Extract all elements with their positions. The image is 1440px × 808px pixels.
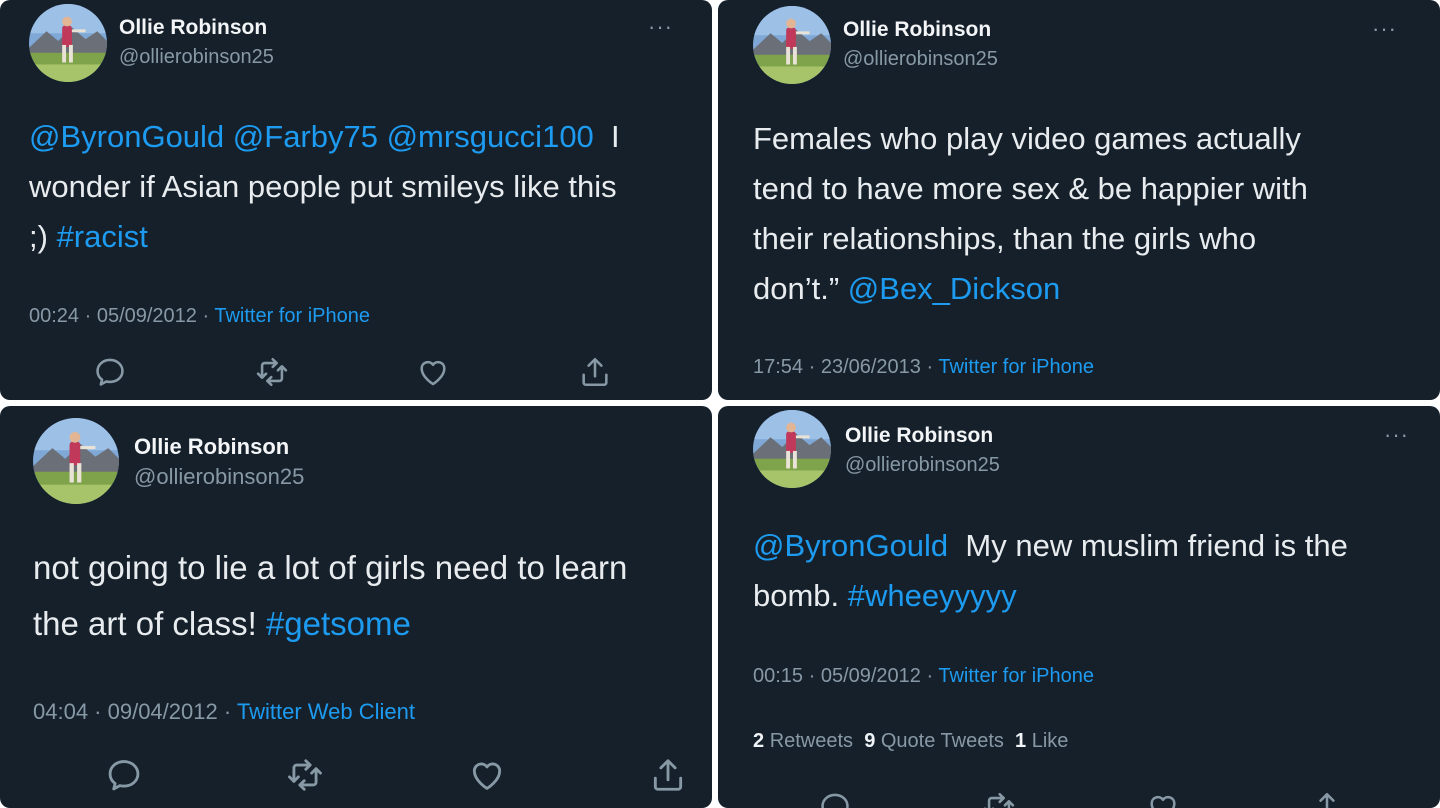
tweet-text: Females who play video games actually te…	[753, 114, 1423, 314]
quote-tweets-count: 9	[864, 730, 876, 752]
mention-link[interactable]: @ByronGould	[753, 528, 948, 563]
tweet-text-line: wonder if Asian people put smileys like …	[29, 169, 617, 204]
more-options-icon[interactable]: ···	[1372, 16, 1397, 42]
tweet-card-4: Ollie Robinson @ollierobinson25 ··· @Byr…	[718, 406, 1440, 808]
share-icon[interactable]	[1310, 790, 1344, 808]
retweet-icon[interactable]	[255, 355, 289, 389]
quote-tweets-stat[interactable]: 9 Quote Tweets	[864, 730, 1004, 752]
retweets-count: 2	[753, 730, 765, 752]
hashtag-link[interactable]: #wheeyyyyy	[848, 578, 1017, 613]
engagement-stats: 2 Retweets 9 Quote Tweets 1 Like	[753, 730, 1068, 753]
tweet-text-line: Females who play video games actually	[753, 121, 1301, 156]
tweet-card-3: Ollie Robinson @ollierobinson25 not goin…	[0, 406, 712, 808]
more-options-icon[interactable]: ···	[1384, 422, 1409, 448]
tweet-card-1: Ollie Robinson @ollierobinson25 ··· @Byr…	[0, 0, 712, 400]
timestamp[interactable]: 00:15 · 05/09/2012 ·	[753, 665, 933, 687]
tweet-text-line: their relationships, than the girls who	[753, 221, 1257, 256]
likes-count: 1	[1015, 730, 1027, 752]
retweet-icon[interactable]	[982, 790, 1016, 808]
like-icon[interactable]	[1146, 790, 1180, 808]
retweet-icon[interactable]	[286, 756, 324, 794]
hashtag-link[interactable]: #racist	[57, 219, 148, 254]
user-handle[interactable]: @ollierobinson25	[119, 46, 274, 69]
display-name[interactable]: Ollie Robinson	[119, 16, 267, 40]
avatar[interactable]	[753, 6, 831, 84]
avatar[interactable]	[753, 410, 831, 488]
display-name[interactable]: Ollie Robinson	[845, 424, 993, 448]
tweet-card-2: Ollie Robinson @ollierobinson25 ··· Fema…	[718, 0, 1440, 400]
source-link[interactable]: Twitter for iPhone	[938, 356, 1094, 378]
tweet-text-part: ;)	[29, 219, 48, 254]
reply-icon[interactable]	[105, 756, 143, 794]
tweet-text: not going to lie a lot of girls need to …	[33, 540, 712, 652]
user-handle[interactable]: @ollierobinson25	[845, 454, 1000, 477]
timestamp[interactable]: 17:54 · 23/06/2013 ·	[753, 356, 933, 378]
user-handle[interactable]: @ollierobinson25	[134, 464, 304, 490]
mention-link[interactable]: @Bex_Dickson	[848, 271, 1060, 306]
share-icon[interactable]	[578, 355, 612, 389]
more-options-icon[interactable]: ···	[648, 14, 673, 40]
user-handle[interactable]: @ollierobinson25	[843, 48, 998, 71]
source-link[interactable]: Twitter for iPhone	[214, 305, 370, 327]
tweet-meta: 00:15 · 05/09/2012 · Twitter for iPhone	[753, 665, 1094, 688]
like-icon[interactable]	[468, 756, 506, 794]
timestamp[interactable]: 00:24 · 05/09/2012 ·	[29, 305, 209, 327]
share-icon[interactable]	[649, 756, 687, 794]
tweet-text-part: the art of class!	[33, 605, 257, 642]
reply-icon[interactable]	[818, 790, 852, 808]
hashtag-link[interactable]: #getsome	[266, 605, 411, 642]
tweet-text-part: My new muslim friend is the	[965, 528, 1348, 563]
source-link[interactable]: Twitter for iPhone	[938, 665, 1094, 687]
avatar[interactable]	[33, 418, 119, 504]
display-name[interactable]: Ollie Robinson	[843, 18, 991, 42]
timestamp[interactable]: 04:04 · 09/04/2012 ·	[33, 699, 231, 724]
tweet-text: @ByronGould @Farby75 @mrsgucci100 I wond…	[29, 112, 699, 262]
tweet-meta: 04:04 · 09/04/2012 · Twitter Web Client	[33, 699, 415, 725]
tweet-meta: 17:54 · 23/06/2013 · Twitter for iPhone	[753, 356, 1094, 379]
reply-icon[interactable]	[93, 355, 127, 389]
tweet-text-part: bomb.	[753, 578, 840, 613]
tweet-meta: 00:24 · 05/09/2012 · Twitter for iPhone	[29, 305, 370, 328]
tweet-text: @ByronGould My new muslim friend is the …	[753, 521, 1433, 621]
tweet-text-part: I	[611, 119, 620, 154]
likes-stat[interactable]: 1 Like	[1015, 730, 1068, 752]
like-icon[interactable]	[416, 355, 450, 389]
likes-label: Like	[1031, 730, 1069, 752]
quote-tweets-label: Quote Tweets	[880, 730, 1004, 752]
mentions-link[interactable]: @ByronGould @Farby75 @mrsgucci100	[29, 119, 594, 154]
retweets-label: Retweets	[769, 730, 854, 752]
tweet-text-part: don’t.”	[753, 271, 840, 306]
tweet-text-line: tend to have more sex & be happier with	[753, 171, 1308, 206]
display-name[interactable]: Ollie Robinson	[134, 434, 289, 460]
avatar[interactable]	[29, 4, 107, 82]
source-link[interactable]: Twitter Web Client	[237, 699, 415, 724]
retweets-stat[interactable]: 2 Retweets	[753, 730, 853, 752]
tweet-text-line: not going to lie a lot of girls need to …	[33, 549, 628, 586]
